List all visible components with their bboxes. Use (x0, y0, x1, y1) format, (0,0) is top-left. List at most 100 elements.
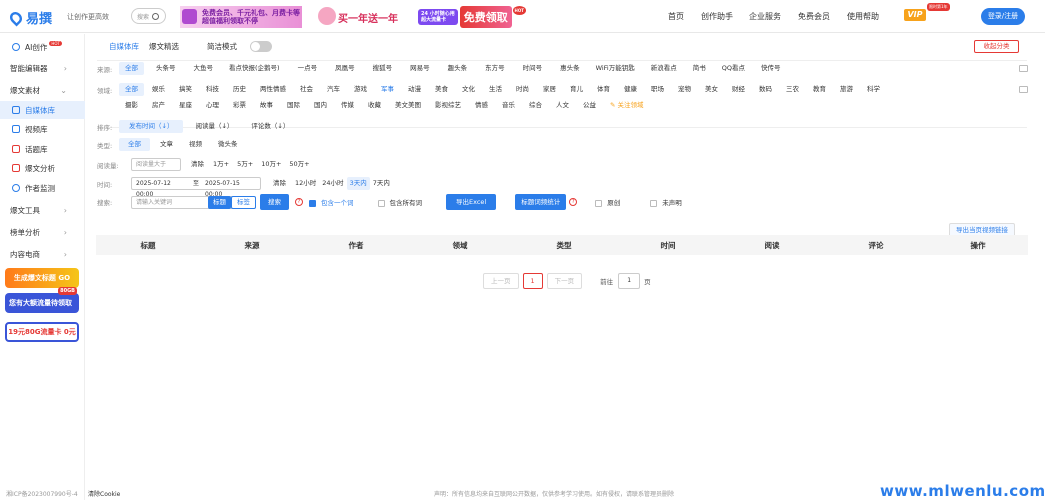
column-title[interactable]: 标题 (96, 240, 200, 251)
field-option[interactable]: 数码 (753, 83, 778, 96)
banner-free-sim[interactable]: 24 小时随心用 超大流量卡 免费领取 HOT (418, 6, 526, 28)
field-option[interactable]: 美文美图 (389, 99, 427, 112)
ad-traffic[interactable]: 您有大额流量待领取 80GB (5, 287, 79, 313)
field-option[interactable]: 职场 (645, 83, 670, 96)
field-option[interactable]: 星座 (173, 99, 198, 112)
time-clear[interactable]: 清除 (267, 177, 292, 190)
banner-buy-one-year[interactable]: 买一年送一年 (318, 6, 402, 28)
field-option[interactable]: 人文 (550, 99, 575, 112)
scope-tag[interactable]: 标签 (231, 195, 256, 209)
field-option[interactable]: 国内 (308, 99, 333, 112)
read-option[interactable]: 5万+ (232, 158, 258, 171)
type-option[interactable]: 微头条 (212, 138, 244, 151)
field-option[interactable]: 生活 (483, 83, 508, 96)
nav-free-member[interactable]: 免费会员 (798, 11, 830, 22)
field-option[interactable]: 国际 (281, 99, 306, 112)
field-option[interactable]: 社会 (294, 83, 319, 96)
field-option[interactable]: 动漫 (402, 83, 427, 96)
field-option[interactable]: 体育 (591, 83, 616, 96)
field-option[interactable]: 摄影 (119, 99, 144, 112)
type-option[interactable]: 文章 (154, 138, 179, 151)
title-stats-button[interactable]: 标题词频统计 (515, 194, 567, 210)
field-option[interactable]: 历史 (227, 83, 252, 96)
source-option[interactable]: QQ看点 (716, 62, 751, 75)
sort-comments[interactable]: 评论数（↓） (245, 120, 295, 133)
field-option[interactable]: 彩票 (227, 99, 252, 112)
column-comments[interactable]: 评论 (824, 240, 928, 251)
sort-publish-time[interactable]: 发布时间（↓） (119, 120, 184, 133)
source-option[interactable]: 大鱼号 (188, 62, 220, 75)
column-author[interactable]: 作者 (304, 240, 408, 251)
sidebar-item-author[interactable]: 作者监测 (0, 179, 85, 197)
column-type[interactable]: 类型 (512, 240, 616, 251)
field-option[interactable]: 宠物 (672, 83, 697, 96)
source-option[interactable]: 惠头条 (554, 62, 586, 75)
collapse-categories-button[interactable]: 收起分类 (974, 40, 1019, 53)
field-option[interactable]: 游戏 (348, 83, 373, 96)
field-option[interactable]: 影视综艺 (429, 99, 467, 112)
source-option[interactable]: WiFi万能钥匙 (590, 62, 641, 75)
ad-title-generator[interactable]: 生成爆文标题 GO (5, 268, 79, 288)
read-input[interactable]: 阅读量大于 (131, 158, 181, 171)
field-option[interactable]: 文化 (456, 83, 481, 96)
source-option[interactable]: 东方号 (479, 62, 511, 75)
sidebar-item-ecommerce[interactable]: 内容电商 › (0, 245, 85, 263)
type-option[interactable]: 全部 (119, 138, 150, 151)
sidebar-item-topic[interactable]: 话题库 (0, 140, 85, 158)
read-option[interactable]: 1万+ (210, 158, 232, 171)
field-option[interactable]: 收藏 (362, 99, 387, 112)
vip-icon[interactable]: VIP (904, 9, 926, 21)
include-all-option[interactable]: 包含所有词 (377, 197, 422, 207)
source-option[interactable]: 网易号 (404, 62, 436, 75)
source-option[interactable]: 看点快报(企鹅号) (223, 62, 286, 75)
source-option[interactable]: 简书 (687, 62, 712, 75)
field-option[interactable]: 故事 (254, 99, 279, 112)
sidebar-item-material[interactable]: 爆文素材 ⌄ (0, 81, 85, 99)
source-option[interactable]: 时间号 (517, 62, 549, 75)
nav-help[interactable]: 使用帮助 (847, 11, 879, 22)
sidebar-item-media-library[interactable]: 自媒体库 (0, 101, 85, 119)
export-excel-button[interactable]: 导出Excel (446, 194, 497, 210)
field-option[interactable]: 教育 (807, 83, 832, 96)
sidebar-item-editor[interactable]: 智能编辑器 › (0, 59, 85, 77)
sidebar-item-tools[interactable]: 爆文工具 › (0, 201, 85, 219)
sidebar-item-analysis[interactable]: 爆文分析 (0, 159, 85, 177)
source-option[interactable]: 新浪看点 (645, 62, 683, 75)
field-option[interactable]: 汽车 (321, 83, 346, 96)
field-option[interactable]: 时尚 (510, 83, 535, 96)
banner-free-member[interactable]: 免费会员、千元礼包、月费卡等 超值福利领取不停 (180, 6, 302, 28)
field-option[interactable]: 健康 (618, 83, 643, 96)
field-option[interactable]: 美女 (699, 83, 724, 96)
source-option[interactable]: 趣头条 (442, 62, 474, 75)
source-option[interactable]: 头条号 (150, 62, 182, 75)
field-option[interactable]: 育儿 (564, 83, 589, 96)
source-option[interactable]: 快传号 (755, 62, 787, 75)
source-option[interactable]: 凤凰号 (329, 62, 361, 75)
next-page-button[interactable]: 下一页 (546, 273, 583, 289)
time-option[interactable]: 7天内 (370, 177, 393, 190)
sidebar-item-video[interactable]: 视频库 (0, 120, 85, 138)
field-option[interactable]: 综合 (523, 99, 548, 112)
prev-page-button[interactable]: 上一页 (483, 273, 519, 289)
header-search[interactable]: 搜索 (131, 8, 166, 24)
column-reads[interactable]: 阅读 (720, 240, 824, 251)
field-option[interactable]: 心理 (200, 99, 225, 112)
expand-icon[interactable] (1019, 65, 1028, 72)
type-option[interactable]: 视频 (183, 138, 208, 151)
field-option[interactable]: 三农 (780, 83, 805, 96)
sidebar-item-ai[interactable]: AI创作 HOT (0, 38, 85, 56)
scope-title[interactable]: 标题 (208, 195, 231, 209)
goto-page-input[interactable]: 1 (618, 273, 641, 289)
logo[interactable]: 易撰 (7, 8, 52, 27)
field-option[interactable]: 家居 (537, 83, 562, 96)
column-source[interactable]: 来源 (200, 240, 304, 251)
tab-hot-picks[interactable]: 爆文精选 (149, 41, 179, 52)
field-option[interactable]: 美食 (429, 83, 454, 96)
sidebar-item-ranking[interactable]: 榜单分析 › (0, 223, 85, 241)
column-field[interactable]: 领域 (408, 240, 512, 251)
tab-media-library[interactable]: 自媒体库 (109, 41, 139, 52)
icp-link[interactable]: 湘ICP备2023007990号-4 (6, 489, 78, 498)
original-option[interactable]: 原创 (595, 197, 620, 207)
nav-home[interactable]: 首页 (668, 11, 684, 22)
field-option[interactable]: 全部 (119, 83, 144, 96)
